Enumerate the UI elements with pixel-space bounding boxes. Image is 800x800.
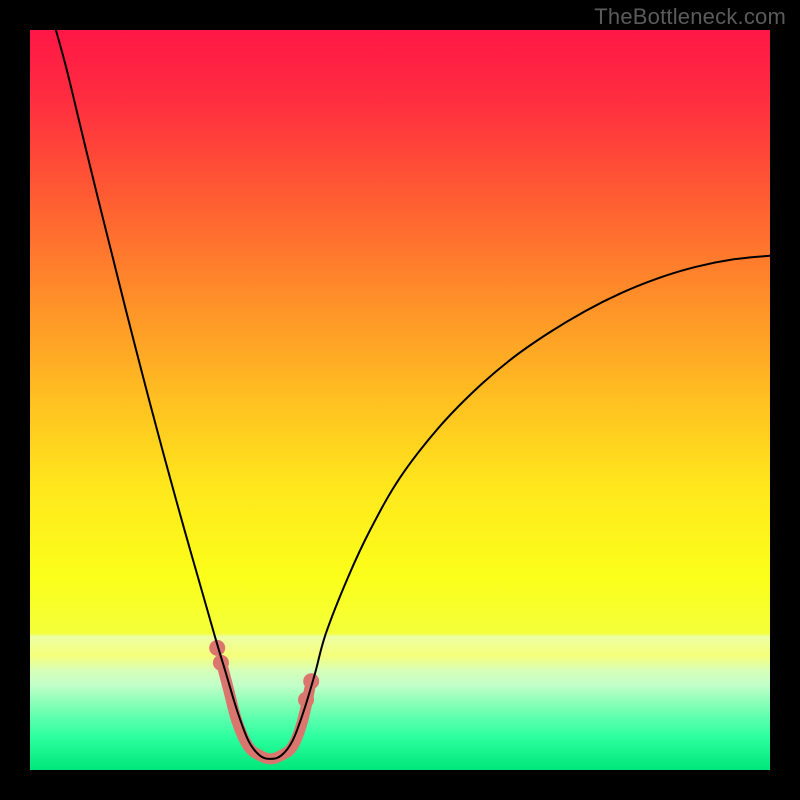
curve-layer [30, 30, 770, 770]
chart-frame: TheBottleneck.com [0, 0, 800, 800]
plot-area [30, 30, 770, 770]
watermark-text: TheBottleneck.com [594, 4, 786, 30]
optimal-range-highlight [221, 660, 310, 758]
bottleneck-curve [56, 30, 770, 759]
